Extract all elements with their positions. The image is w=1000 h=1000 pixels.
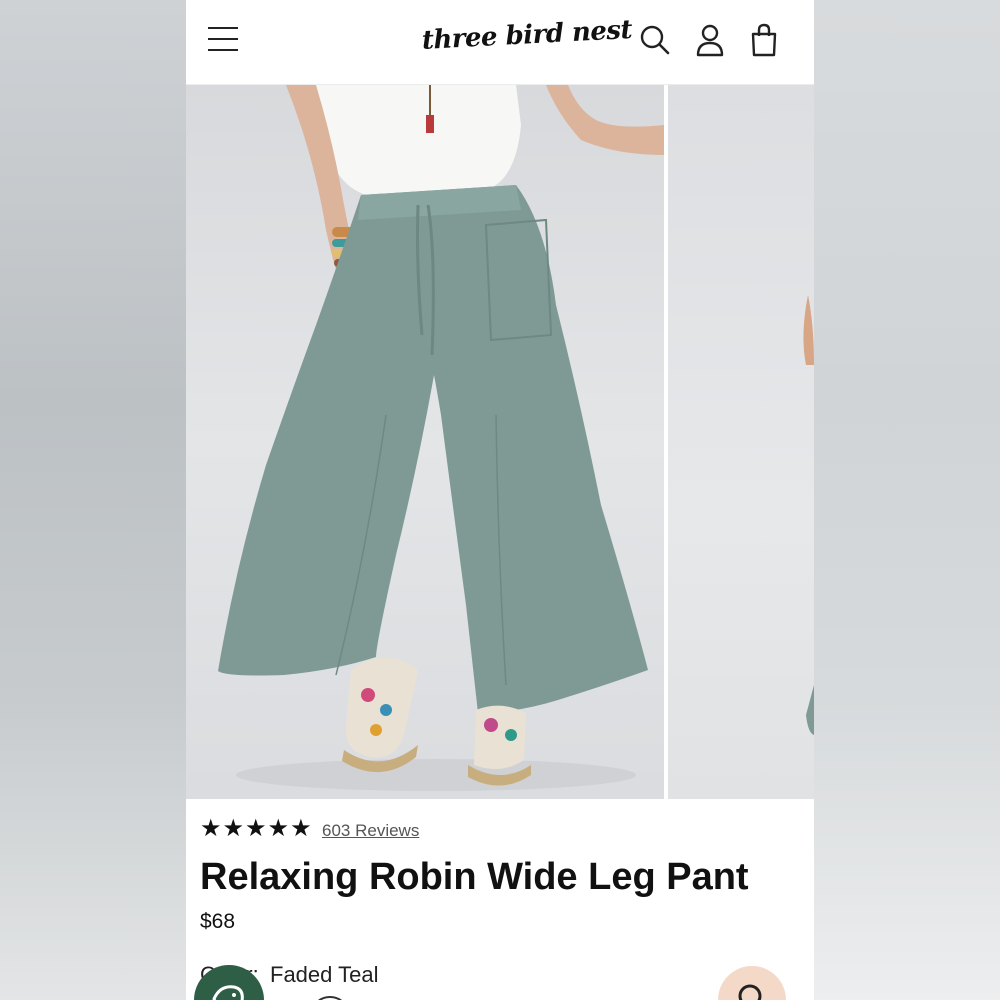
product-photo-next[interactable] — [668, 85, 814, 799]
search-icon[interactable] — [638, 22, 672, 58]
menu-icon[interactable] — [208, 27, 238, 53]
bird-chat-icon — [212, 985, 244, 1000]
product-gallery[interactable] — [186, 85, 814, 799]
reviews-link[interactable]: 603 Reviews — [322, 821, 419, 841]
brand-logo[interactable]: three bird nest — [421, 15, 633, 62]
product-photo-front[interactable] — [186, 85, 664, 799]
cart-icon[interactable] — [747, 22, 781, 58]
account-icon[interactable] — [693, 22, 727, 58]
search-icon — [738, 984, 762, 1000]
product-price: $68 — [200, 910, 236, 933]
site-header: three bird nest — [186, 0, 814, 85]
chat-widget-button[interactable] — [194, 965, 264, 1000]
rating-stars: ★★★★★ — [200, 815, 313, 842]
selected-color-value: Faded Teal — [270, 962, 379, 987]
blurred-background-left — [0, 0, 186, 1000]
floating-search-button[interactable] — [718, 966, 786, 1000]
product-title: Relaxing Robin Wide Leg Pant — [200, 856, 749, 898]
blurred-background-right — [814, 0, 1000, 1000]
product-page: three bird nest ★★★★★ 603 Reviews Relaxi… — [186, 0, 814, 1000]
